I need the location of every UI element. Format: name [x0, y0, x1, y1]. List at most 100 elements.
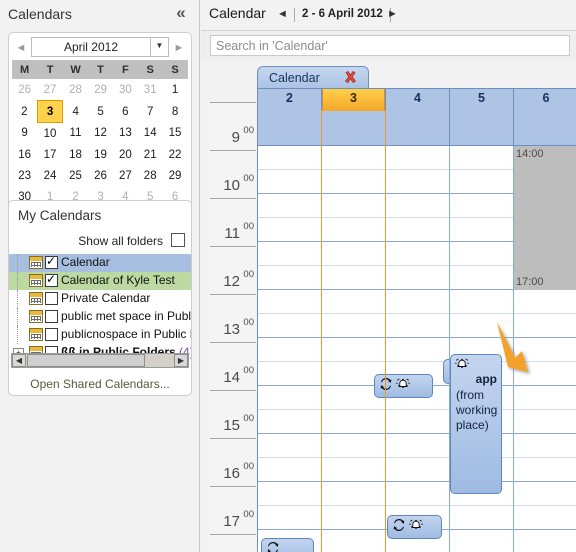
day-header-row: 2 3 4 5 6 — [257, 88, 576, 146]
mini-calendar-day[interactable]: 9 — [12, 122, 38, 144]
show-all-folders-checkbox[interactable] — [171, 233, 185, 247]
mini-calendar-day[interactable]: 27 — [112, 165, 138, 186]
hour-minutes: 00 — [243, 125, 254, 136]
hour-label-cell: 17 00 — [210, 487, 256, 535]
calendar-list-item[interactable]: Calendar of Kyle Test — [9, 272, 191, 290]
calendar-list-item[interactable]: public met space in Public Folders — [9, 308, 191, 326]
mini-calendar-day[interactable]: 26 — [12, 79, 38, 101]
calendar-event[interactable] — [261, 538, 314, 552]
mini-calendar-month-label: April 2012 — [63, 40, 119, 54]
double-chevron-left-icon[interactable]: « — [170, 3, 192, 25]
calendar-list-item[interactable]: publicnospace in Public Folders — [9, 326, 191, 344]
hour-label-cell: 11 00 — [210, 199, 256, 247]
mini-calendar-day[interactable]: 28 — [137, 165, 163, 186]
mini-calendar-weekday-0: M — [12, 60, 38, 79]
calendar-folder-icon — [29, 274, 43, 287]
search-input[interactable] — [210, 35, 570, 56]
mini-calendar-week-2: 9 10 11 12 13 14 15 — [12, 122, 188, 144]
mini-calendar-day[interactable]: 7 — [137, 100, 163, 123]
mini-calendar-day[interactable]: 12 — [88, 122, 113, 144]
page-title: Calendar — [209, 5, 266, 21]
mini-calendar-day[interactable]: 20 — [112, 144, 138, 165]
mini-calendar-day[interactable]: 28 — [62, 79, 89, 101]
day-header-6[interactable]: 6 — [514, 89, 576, 145]
mini-calendar-day[interactable]: 13 — [112, 122, 138, 144]
mini-calendar-day[interactable]: 21 — [137, 144, 163, 165]
day-header-5[interactable]: 5 — [450, 89, 514, 145]
day-header-4[interactable]: 4 — [386, 89, 450, 145]
day-header-2[interactable]: 2 — [258, 89, 322, 145]
mini-calendar-day[interactable]: 15 — [162, 122, 188, 144]
mini-calendar-month-box[interactable]: April 2012 ▼ — [31, 37, 169, 57]
scroll-left-icon[interactable]: ◀ — [12, 354, 26, 367]
search-bar — [201, 30, 576, 61]
calendar-list-hscrollbar[interactable]: ◀ ▶ — [11, 353, 189, 368]
main-area: Calendar ◄ 2 - 6 April 2012 ► Calendar 9… — [201, 0, 576, 552]
calendar-application: Calendars « ◄ April 2012 ▼ ► MTWTFSS 26 2… — [0, 0, 576, 552]
mini-calendar-day[interactable]: 8 — [162, 100, 188, 123]
tree-line — [17, 308, 28, 326]
calendar-event[interactable] — [374, 374, 433, 398]
mini-calendar-day[interactable]: 27 — [37, 79, 63, 101]
calendar-list-item[interactable]: Calendar — [9, 254, 191, 272]
day-header-3[interactable]: 3 — [322, 89, 386, 145]
show-all-folders-row[interactable]: Show all folders — [9, 231, 191, 253]
calendar-visibility-checkbox[interactable] — [45, 272, 58, 287]
calendar-visibility-checkbox[interactable] — [45, 254, 58, 269]
prev-period-icon[interactable]: ◄ — [277, 8, 288, 20]
day-grid: 23456 14:00 17:00 app (from working place… — [256, 88, 576, 552]
mini-calendar-day[interactable]: 5 — [88, 100, 113, 123]
my-calendars-panel: My Calendars Show all folders CalendarCa… — [8, 200, 192, 396]
hour-label-cell: 16 00 — [210, 439, 256, 487]
mini-calendar-day[interactable]: 24 — [37, 165, 63, 186]
close-x-icon[interactable] — [343, 70, 358, 85]
calendar-name-label: Private Calendar — [61, 291, 151, 305]
next-period-icon[interactable]: ► — [387, 8, 398, 20]
calendar-visibility-checkbox[interactable] — [45, 292, 58, 305]
events-layer: app (from working place) — [256, 146, 576, 552]
mini-calendar-day[interactable]: 14 — [137, 122, 163, 144]
time-gutter: 9 00 10 00 11 00 12 00 13 00 14 00 15 00 16 00 17 00 — [210, 102, 256, 552]
calendar-visibility-checkbox[interactable] — [45, 310, 58, 323]
mini-calendar-prev-month-icon[interactable]: ◄ — [14, 40, 28, 56]
hour-number: 13 — [223, 321, 240, 338]
open-shared-calendars-link[interactable]: Open Shared Calendars... — [9, 377, 191, 391]
mini-calendar-day[interactable]: 17 — [37, 144, 63, 165]
mini-calendar-weekday-1: T — [37, 60, 63, 79]
calendar-grid: 9 00 10 00 11 00 12 00 13 00 14 00 15 00 16 00 17 00 2345… — [201, 88, 576, 552]
mini-calendar-day[interactable]: 10 — [37, 122, 63, 144]
mini-calendar-day[interactable]: 19 — [88, 144, 113, 165]
mini-calendar-day[interactable]: 11 — [62, 122, 89, 144]
mini-calendar-day[interactable]: 22 — [162, 144, 188, 165]
mini-calendar-day[interactable]: 25 — [62, 165, 89, 186]
mini-calendar-next-month-icon[interactable]: ► — [172, 40, 186, 56]
tab-bar: Calendar — [201, 60, 576, 90]
scroll-right-icon[interactable]: ▶ — [174, 354, 188, 367]
calendar-event[interactable] — [387, 515, 442, 539]
mini-calendar-day[interactable]: 1 — [162, 79, 188, 101]
mini-calendar-day[interactable]: 31 — [137, 79, 163, 101]
scrollbar-thumb[interactable] — [27, 354, 145, 367]
hour-label-cell: 14 00 — [210, 343, 256, 391]
mini-calendar-day[interactable]: 4 — [62, 100, 89, 123]
tab-calendar[interactable]: Calendar — [257, 66, 369, 90]
mini-calendar-day[interactable]: 18 — [62, 144, 89, 165]
mini-calendar-day[interactable]: 29 — [88, 79, 113, 101]
calendar-event[interactable]: app (from working place) — [450, 354, 502, 494]
hour-label-cell: 15 00 — [210, 391, 256, 439]
mini-calendar-day[interactable]: 3 — [36, 100, 64, 123]
mini-calendar-day[interactable]: 29 — [162, 165, 188, 186]
day-divider-line — [385, 110, 386, 552]
mini-calendar: ◄ April 2012 ▼ ► MTWTFSS 26 27 28 29 30 31 1 2 3… — [8, 32, 192, 211]
mini-calendar-day[interactable]: 30 — [112, 79, 138, 101]
mini-calendar-weekday-5: S — [137, 60, 163, 79]
mini-calendar-day[interactable]: 2 — [12, 100, 38, 123]
mini-calendar-day[interactable]: 6 — [112, 100, 138, 123]
mini-calendar-day[interactable]: 23 — [12, 165, 38, 186]
calendar-visibility-checkbox[interactable] — [45, 328, 58, 341]
calendar-list-item[interactable]: Private Calendar — [9, 290, 191, 308]
day-number: 5 — [478, 91, 485, 105]
mini-calendar-day[interactable]: 26 — [88, 165, 113, 186]
mini-calendar-day[interactable]: 16 — [12, 144, 38, 165]
caret-down-icon[interactable]: ▼ — [150, 38, 168, 56]
